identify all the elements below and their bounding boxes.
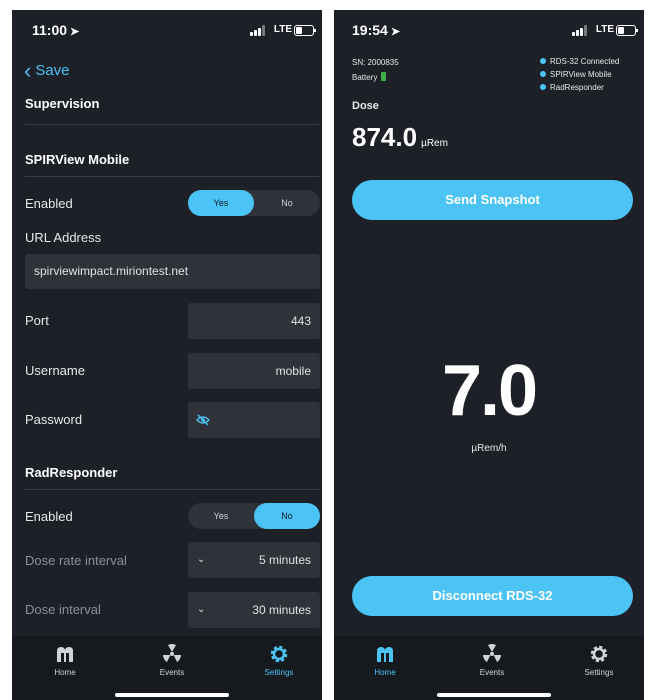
gear-icon	[270, 645, 288, 663]
send-snapshot-button[interactable]: Send Snapshot	[352, 180, 633, 220]
location-arrow-icon: ➤	[390, 26, 401, 38]
network-label: LTE	[273, 24, 292, 35]
username-label: Username	[25, 363, 85, 378]
radiation-icon	[483, 644, 501, 662]
dose-rate-interval-select[interactable]: ⌄ 5 minutes	[188, 542, 320, 578]
dose-label: Dose	[352, 100, 379, 112]
dose-value: 874.0 µRem	[352, 122, 448, 152]
home-indicator[interactable]	[115, 693, 229, 697]
status-time: 11:00 ➤	[32, 22, 80, 38]
status-dot-icon	[540, 58, 546, 64]
tab-settings[interactable]: Settings	[564, 644, 634, 677]
supervision-heading: Supervision	[25, 96, 100, 111]
battery-icon	[616, 25, 638, 36]
signal-icon	[572, 25, 588, 36]
radresponder-yes-option[interactable]: Yes	[188, 503, 254, 529]
gear-icon	[590, 645, 608, 663]
dose-interval-label: Dose interval	[25, 602, 101, 617]
spirview-enabled-label: Enabled	[25, 196, 73, 211]
battery-icon	[294, 25, 316, 36]
status-bar: 19:54 ➤ LTE	[334, 20, 644, 42]
chevron-down-icon: ⌄	[197, 554, 206, 565]
network-label: LTE	[595, 24, 614, 35]
password-input[interactable]	[188, 402, 320, 438]
disconnect-button[interactable]: Disconnect RDS-32	[352, 576, 633, 616]
status-dot-icon	[540, 71, 546, 77]
save-back-button[interactable]: ‹ Save	[24, 58, 70, 84]
url-label: URL Address	[25, 230, 102, 245]
tab-settings[interactable]: Settings	[244, 644, 314, 677]
dose-rate-unit: µRem/h	[471, 443, 507, 454]
spirview-no-option[interactable]: No	[254, 190, 320, 216]
port-input[interactable]: 443	[188, 303, 320, 339]
dose-rate-interval-label: Dose rate interval	[25, 553, 127, 568]
dose-unit: µRem	[421, 138, 448, 149]
divider	[25, 489, 319, 490]
battery-level-icon	[381, 72, 387, 81]
chevron-left-icon: ‹	[24, 58, 32, 83]
settings-screen: 11:00 ➤ LTE ‹ Save Supervision SPIRView Mo…	[12, 10, 322, 700]
home-m-icon	[377, 647, 393, 662]
username-input[interactable]: mobile	[188, 353, 320, 389]
serial-number: SN: 2000835	[352, 58, 399, 67]
home-indicator[interactable]	[437, 693, 551, 697]
tab-home[interactable]: Home	[350, 644, 420, 677]
tab-bar: Home Events Settings	[334, 636, 644, 700]
signal-icon	[250, 25, 266, 36]
home-screen: 19:54 ➤ LTE SN: 2000835 Battery RDS-32 Co…	[334, 10, 644, 700]
battery-status: Battery	[352, 72, 387, 82]
chevron-down-icon: ⌄	[197, 604, 206, 615]
status-bar: 11:00 ➤ LTE	[12, 20, 322, 42]
dose-rate-value: 7.0	[441, 351, 538, 431]
eye-slash-icon[interactable]	[196, 413, 210, 427]
tab-events[interactable]: Events	[137, 644, 207, 677]
spirview-heading: SPIRView Mobile	[25, 152, 130, 167]
location-arrow-icon: ➤	[70, 26, 80, 38]
divider	[25, 176, 319, 177]
radresponder-no-option[interactable]: No	[254, 503, 320, 529]
password-label: Password	[25, 412, 83, 427]
home-m-icon	[57, 647, 73, 662]
radresponder-heading: RadResponder	[25, 465, 118, 480]
tab-bar: Home Events Settings	[12, 636, 322, 700]
status-dot-icon	[540, 84, 546, 90]
tab-home[interactable]: Home	[30, 644, 100, 677]
status-time: 19:54 ➤	[352, 22, 401, 38]
spirview-yes-option[interactable]: Yes	[188, 190, 254, 216]
spirview-enabled-toggle: Yes No	[188, 190, 320, 216]
radresponder-enabled-label: Enabled	[25, 509, 73, 524]
connection-radresponder: RadResponder	[540, 83, 604, 92]
port-label: Port	[25, 313, 49, 328]
radresponder-enabled-toggle: Yes No	[188, 503, 320, 529]
url-input[interactable]: spirviewimpact.miriontest.net	[25, 254, 320, 289]
radiation-icon	[163, 644, 181, 662]
connection-rds32: RDS-32 Connected	[540, 57, 619, 66]
tab-events[interactable]: Events	[457, 644, 527, 677]
dose-interval-select[interactable]: ⌄ 30 minutes	[188, 592, 320, 628]
connection-spirview: SPIRView Mobile	[540, 70, 612, 79]
divider	[25, 124, 319, 125]
